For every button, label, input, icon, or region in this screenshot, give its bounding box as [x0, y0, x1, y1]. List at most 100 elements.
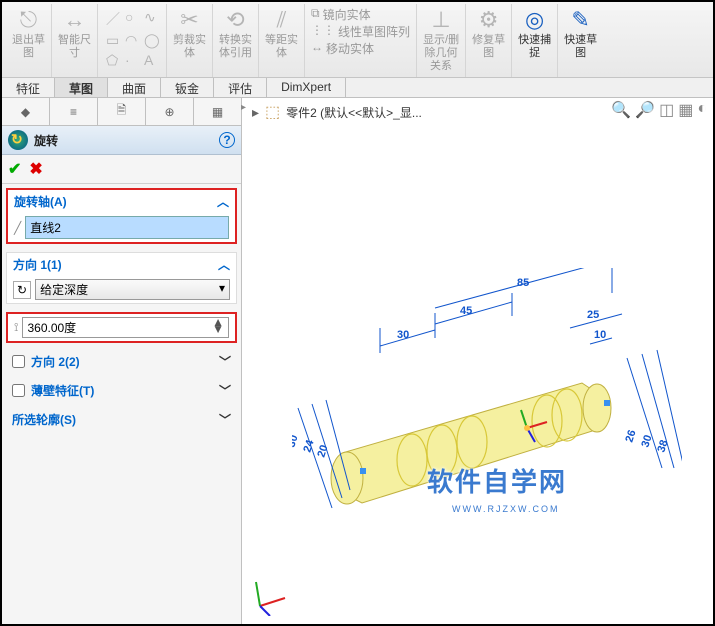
tab-sketch[interactable]: 草图: [55, 78, 108, 97]
tab-features[interactable]: 特征: [2, 78, 55, 97]
view-triad[interactable]: [250, 576, 290, 616]
sketch-tools-group: ／ ○ ∿ ▭ ◠ ◯ ⬠ · A: [98, 4, 167, 77]
contours-section[interactable]: 所选轮廓(S) ﹀: [2, 405, 241, 434]
convert-button[interactable]: ⟲ 转换实体引用: [213, 4, 259, 77]
smart-dimension-button[interactable]: ↔ 智能尺寸: [52, 4, 98, 77]
zoom-area-icon[interactable]: 🔎: [635, 100, 655, 120]
feature-header: 旋转 ?: [2, 126, 241, 155]
circle-icon[interactable]: ○: [123, 8, 141, 30]
point-icon[interactable]: ·: [123, 51, 141, 70]
axis-section-highlight: 旋转轴(A) ︿ ╱ 直线2: [6, 188, 237, 244]
svg-text:85: 85: [517, 277, 529, 289]
ellipse-icon[interactable]: ◯: [142, 31, 160, 50]
view-orient-icon[interactable]: ◫: [659, 100, 674, 120]
axis-icon: ╱: [14, 221, 21, 235]
exit-sketch-button[interactable]: ⎋ 退出草图: [6, 4, 52, 77]
rect-icon[interactable]: ▭: [104, 31, 122, 50]
angle-section-highlight: ⟟ 360.00度 ▲▼: [6, 312, 237, 343]
chevron-down-icon: ▾: [219, 281, 225, 298]
display-style-icon[interactable]: ▦: [678, 100, 693, 120]
panel-tab-display[interactable]: ⊕: [146, 98, 194, 125]
angle-icon: ⟟: [14, 320, 18, 335]
quick-snap-button[interactable]: ◎ 快速捕捉: [512, 4, 558, 77]
svg-text:25: 25: [587, 309, 599, 321]
offset-button[interactable]: ⫽ 等距实体: [259, 4, 305, 77]
zoom-fit-icon[interactable]: 🔍: [611, 100, 631, 120]
chevron-down-icon: ﹀: [219, 353, 231, 370]
repair-icon: ⚙: [479, 6, 499, 34]
direction2-checkbox[interactable]: 方向 2(2) ﹀: [2, 347, 241, 376]
sketch-icon: ✎: [571, 6, 589, 34]
ok-button[interactable]: ✔: [8, 159, 21, 179]
axis-input[interactable]: 直线2: [25, 216, 229, 239]
part-icon: ⬚: [265, 102, 280, 122]
linear-pattern-button[interactable]: ⋮⋮线性草图阵列: [311, 23, 410, 40]
angle-input[interactable]: 360.00度 ▲▼: [22, 317, 229, 338]
collapse-icon: ︿: [218, 256, 230, 273]
spline-icon[interactable]: ∿: [142, 8, 160, 30]
panel-tab-appearance[interactable]: ▦: [194, 98, 241, 125]
panel-tab-config[interactable]: 🗎: [98, 98, 146, 125]
svg-text:10: 10: [594, 329, 606, 341]
thin-feature-checkbox[interactable]: 薄壁特征(T) ﹀: [2, 376, 241, 405]
thin-check[interactable]: [12, 384, 25, 397]
svg-text:26: 26: [623, 429, 638, 444]
mirror-button[interactable]: ⧉镜向实体: [311, 6, 371, 23]
svg-text:30: 30: [639, 434, 654, 449]
convert-icon: ⟲: [226, 6, 244, 34]
spin-down-icon[interactable]: ▼: [212, 326, 224, 333]
arc-icon[interactable]: ◠: [123, 31, 141, 50]
ribbon-toolbar: ⎋ 退出草图 ↔ 智能尺寸 ／ ○ ∿ ▭ ◠ ◯ ⬠ · A ✂ 剪裁实体 ⟲…: [2, 2, 713, 78]
polygon-icon[interactable]: ⬠: [104, 51, 122, 70]
tab-evaluate[interactable]: 评估: [214, 78, 267, 97]
move-icon: ↔: [311, 40, 323, 57]
command-tabs: 特征 草图 曲面 钣金 评估 DimXpert: [2, 78, 713, 98]
tab-surface[interactable]: 曲面: [108, 78, 161, 97]
breadcrumb[interactable]: ▸ ⬚ 零件2 (默认<<默认>_显...: [252, 102, 422, 122]
expand-icon[interactable]: ▸: [252, 104, 259, 121]
dir2-check[interactable]: [12, 355, 25, 368]
snap-icon: ◎: [525, 6, 544, 34]
view-tools: 🔍 🔎 ◫ ▦ ◐: [611, 100, 707, 120]
panel-tabs: ◆ ≡ 🗎 ⊕ ▦: [2, 98, 241, 126]
trim-button[interactable]: ✂ 剪裁实体: [167, 4, 213, 77]
cancel-button[interactable]: ✖: [29, 159, 42, 179]
svg-text:30: 30: [397, 329, 409, 341]
svg-text:45: 45: [460, 305, 472, 317]
tab-sheetmetal[interactable]: 钣金: [161, 78, 214, 97]
offset-icon: ⫽: [277, 6, 287, 34]
quick-sketch-button[interactable]: ✎ 快速草图: [558, 4, 603, 77]
move-button[interactable]: ↔移动实体: [311, 40, 374, 57]
collapse-icon: ︿: [217, 193, 229, 210]
relations-button[interactable]: ⊥ 显示/删除几何关系: [417, 4, 466, 77]
svg-text:30: 30: [292, 434, 301, 449]
graphics-viewport[interactable]: ▸ ⬚ 零件2 (默认<<默认>_显... 🔍 🔎 ◫ ▦ ◐: [242, 98, 713, 624]
mirror-icon: ⧉: [311, 6, 320, 23]
direction1-header[interactable]: 方向 1(1) ︿: [7, 253, 236, 276]
relations-icon: ⊥: [431, 6, 450, 34]
help-button[interactable]: ?: [219, 132, 235, 148]
axis-section-header[interactable]: 旋转轴(A) ︿: [8, 190, 235, 213]
line-icon[interactable]: ／: [104, 8, 122, 30]
end-condition-select[interactable]: 给定深度 ▾: [35, 279, 230, 300]
revolve-icon: [8, 130, 28, 150]
pattern-icon: ⋮⋮: [311, 23, 335, 40]
feature-title: 旋转: [34, 132, 58, 149]
exit-sketch-icon: ⎋: [20, 6, 37, 34]
repair-button[interactable]: ⚙ 修复草图: [466, 4, 512, 77]
watermark-url: WWW.RJZXW.COM: [452, 504, 559, 514]
pattern-group: ⧉镜向实体 ⋮⋮线性草图阵列 ↔移动实体: [305, 4, 417, 77]
panel-splitter[interactable]: [242, 98, 248, 624]
panel-tab-feature[interactable]: ◆: [2, 98, 50, 125]
section-view-icon[interactable]: ◐: [697, 100, 707, 120]
dimension-icon: ↔: [64, 6, 86, 34]
reverse-icon[interactable]: ↻: [13, 281, 31, 299]
panel-tab-property[interactable]: ≡: [50, 98, 98, 125]
tab-dimxpert[interactable]: DimXpert: [267, 78, 346, 97]
chevron-down-icon: ﹀: [219, 411, 231, 428]
text-icon[interactable]: A: [142, 51, 160, 70]
trim-icon: ✂: [180, 6, 198, 34]
watermark: 软件自学网: [427, 462, 567, 499]
property-panel: ◆ ≡ 🗎 ⊕ ▦ 旋转 ? ✔ ✖ 旋转轴(A) ︿ ╱ 直线2: [2, 98, 242, 624]
chevron-down-icon: ﹀: [219, 382, 231, 399]
